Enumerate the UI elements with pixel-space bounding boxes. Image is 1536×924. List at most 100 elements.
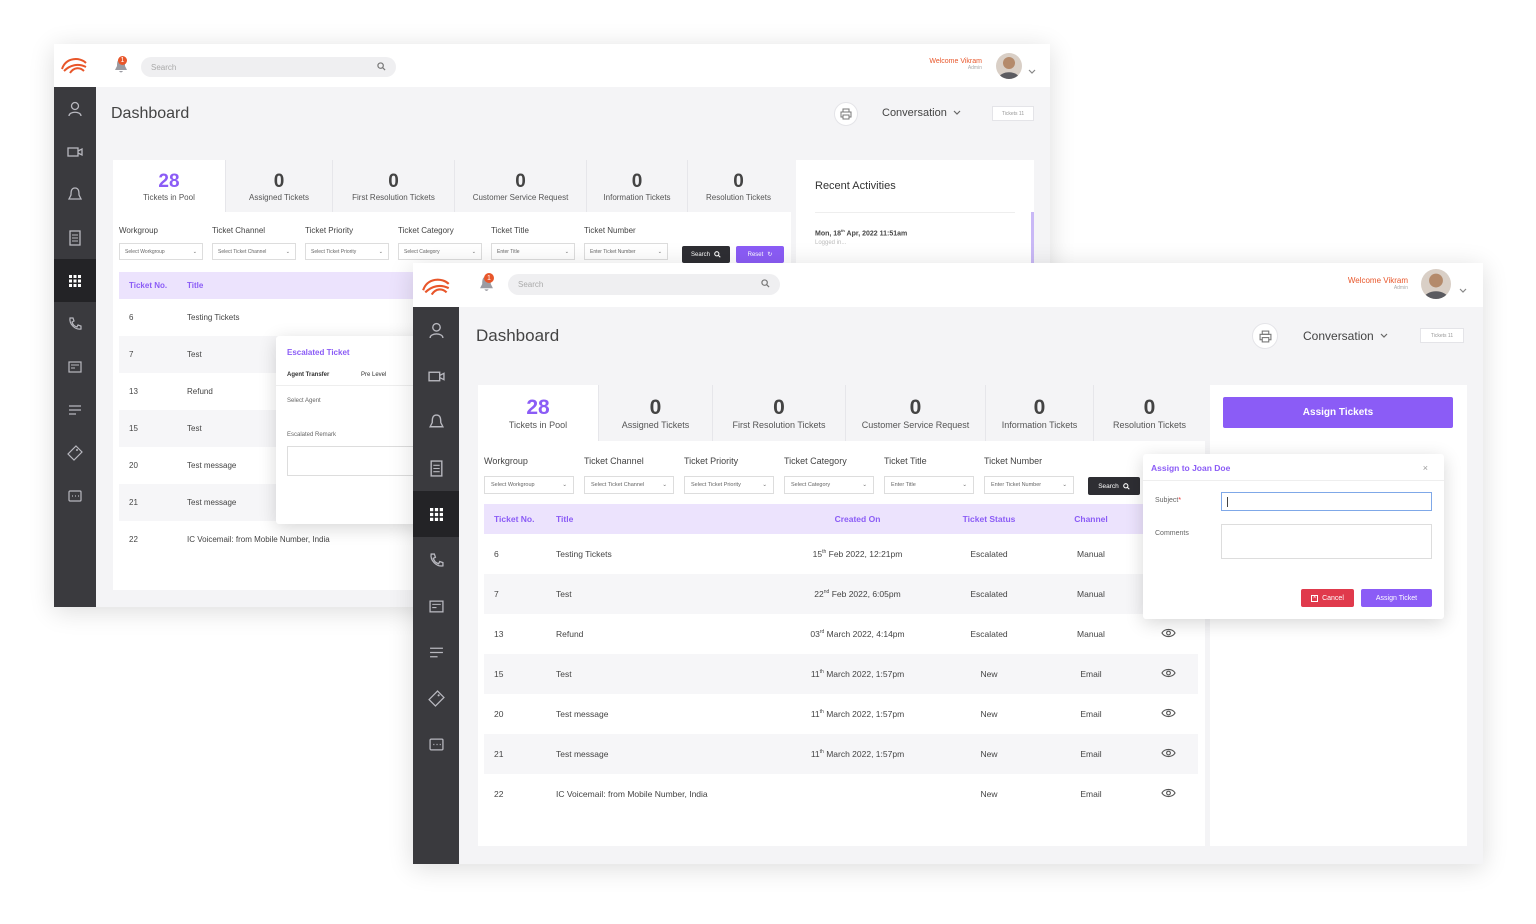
- stat-customer-service[interactable]: 0 Customer Service Request: [455, 160, 587, 212]
- subject-input[interactable]: [1221, 492, 1432, 511]
- eye-icon[interactable]: [1160, 668, 1176, 680]
- grid-icon[interactable]: [54, 259, 96, 302]
- workgroup-select[interactable]: Select Workgroup ⌄: [484, 476, 574, 494]
- conversation-dropdown[interactable]: Conversation: [882, 107, 961, 119]
- back-topbar: 1 Search Welcome Vikram Admin: [54, 44, 1050, 87]
- welcome-role: Admin: [967, 65, 982, 71]
- search-button[interactable]: Search: [682, 246, 730, 263]
- video-icon[interactable]: [413, 353, 459, 399]
- ticket-icon[interactable]: [54, 431, 96, 474]
- escalated-tab-pre-level[interactable]: Pre Level: [361, 372, 386, 378]
- priority-select[interactable]: Select Ticket Priority ⌄: [684, 476, 774, 494]
- bell-outline-icon[interactable]: [54, 173, 96, 216]
- number-input[interactable]: Enter Ticket Number ⌄: [584, 243, 668, 260]
- category-select[interactable]: Select Category ⌄: [398, 243, 482, 260]
- card-icon[interactable]: [413, 583, 459, 629]
- stat-assigned[interactable]: 0 Assigned Tickets: [599, 385, 713, 441]
- search-button[interactable]: Search: [1088, 477, 1140, 495]
- escalated-remark-input[interactable]: [287, 446, 417, 476]
- search-input[interactable]: Search: [141, 57, 396, 77]
- stat-resolution[interactable]: 0 Resolution Tickets: [1094, 385, 1205, 441]
- assign-ticket-button[interactable]: Assign Ticket: [1361, 589, 1432, 607]
- search-input[interactable]: Search: [508, 274, 780, 295]
- table-row[interactable]: 7 Test 22nd Feb 2022, 6:05pm Escalated M…: [484, 574, 1198, 614]
- stat-first-resolution[interactable]: 0 First Resolution Tickets: [713, 385, 846, 441]
- cell-title[interactable]: IC Voicemail: from Mobile Number, India: [179, 521, 419, 558]
- chevron-down-icon[interactable]: [1459, 281, 1467, 299]
- close-icon[interactable]: ×: [1423, 463, 1428, 473]
- table-row[interactable]: 6 Testing Tickets 15th Feb 2022, 12:21pm…: [484, 534, 1198, 574]
- tickets-badge[interactable]: Tickets 11: [1420, 328, 1464, 343]
- date-day: 11: [810, 709, 820, 719]
- table-row[interactable]: 21 Test message 11th March 2022, 1:57pm …: [484, 734, 1198, 774]
- ticket-icon[interactable]: [413, 675, 459, 721]
- document-icon[interactable]: [413, 445, 459, 491]
- priority-select[interactable]: Select Ticket Priority ⌄: [305, 243, 389, 260]
- back-sidebar: [54, 87, 96, 607]
- phone-icon[interactable]: [413, 537, 459, 583]
- title-input[interactable]: Enter Title ⌄: [884, 476, 974, 494]
- title-input[interactable]: Enter Title ⌄: [491, 243, 575, 260]
- stat-label: Resolution Tickets: [706, 192, 771, 202]
- video-icon[interactable]: [54, 130, 96, 173]
- chevron-down-icon[interactable]: [1028, 62, 1036, 80]
- printer-icon[interactable]: [834, 102, 858, 126]
- card-icon[interactable]: [54, 345, 96, 388]
- bell-icon[interactable]: 1: [479, 273, 495, 295]
- escalated-tab-agent-transfer[interactable]: Agent Transfer: [287, 372, 329, 378]
- eye-icon[interactable]: [1160, 628, 1176, 640]
- comments-label: Comments: [1155, 530, 1189, 537]
- table-row[interactable]: 22 IC Voicemail: from Mobile Number, Ind…: [484, 774, 1198, 814]
- user-icon[interactable]: [54, 87, 96, 130]
- tickets-badge[interactable]: Tickets 11: [992, 106, 1034, 121]
- cell-ticket-no: 13: [494, 629, 504, 639]
- table-row[interactable]: 13 Refund 03rd March 2022, 4:14pm Escala…: [484, 614, 1198, 654]
- stat-resolution[interactable]: 0 Resolution Tickets: [688, 160, 789, 212]
- stat-first-resolution[interactable]: 0 First Resolution Tickets: [333, 160, 455, 212]
- category-select[interactable]: Select Category ⌄: [784, 476, 874, 494]
- grid-icon[interactable]: [413, 491, 459, 537]
- table-row[interactable]: 20 Test message 11th March 2022, 1:57pm …: [484, 694, 1198, 734]
- stat-customer-service[interactable]: 0 Customer Service Request: [846, 385, 986, 441]
- conversation-dropdown[interactable]: Conversation: [1303, 329, 1388, 343]
- channel-select[interactable]: Select Ticket Channel ⌄: [584, 476, 674, 494]
- stat-tickets-in-pool[interactable]: 28 Tickets in Pool: [478, 385, 599, 441]
- stat-information[interactable]: 0 Information Tickets: [986, 385, 1094, 441]
- workgroup-select[interactable]: Select Workgroup ⌄: [119, 243, 203, 260]
- cell-channel: Manual: [1077, 629, 1105, 639]
- printer-icon[interactable]: [1252, 323, 1278, 349]
- eye-icon[interactable]: [1160, 748, 1176, 760]
- reset-button[interactable]: Reset ↻: [736, 246, 784, 263]
- chat-icon[interactable]: [413, 721, 459, 767]
- avatar[interactable]: [996, 53, 1022, 79]
- eye-icon[interactable]: [1160, 788, 1176, 800]
- date-day: 15: [812, 549, 823, 559]
- cell-title[interactable]: Testing Tickets: [179, 299, 419, 336]
- list-icon[interactable]: [54, 388, 96, 431]
- table-row[interactable]: 15 Test 11th March 2022, 1:57pm New Emai…: [484, 654, 1198, 694]
- bell-icon[interactable]: 1: [114, 56, 130, 76]
- chevron-down-icon: ⌄: [471, 248, 476, 255]
- chat-icon[interactable]: [54, 474, 96, 517]
- logo-icon: [421, 275, 453, 302]
- input-placeholder: Enter Ticket Number: [991, 482, 1042, 488]
- eye-icon[interactable]: [1160, 708, 1176, 720]
- filter-category: Ticket Category Select Category ⌄: [398, 226, 482, 260]
- filter-label: Ticket Number: [584, 226, 636, 235]
- stat-information[interactable]: 0 Information Tickets: [587, 160, 688, 212]
- filter-workgroup: Workgroup Select Workgroup ⌄: [119, 226, 203, 260]
- cancel-button[interactable]: × Cancel: [1301, 589, 1354, 607]
- stat-assigned[interactable]: 0 Assigned Tickets: [226, 160, 333, 212]
- channel-select[interactable]: Select Ticket Channel ⌄: [212, 243, 296, 260]
- assign-tickets-button[interactable]: Assign Tickets: [1223, 397, 1453, 428]
- stat-tickets-in-pool[interactable]: 28 Tickets in Pool: [113, 160, 226, 212]
- comments-input[interactable]: [1221, 524, 1432, 559]
- bell-outline-icon[interactable]: [413, 399, 459, 445]
- list-icon[interactable]: [413, 629, 459, 675]
- user-icon[interactable]: [413, 307, 459, 353]
- filter-category: Ticket Category Select Category ⌄: [784, 456, 874, 494]
- phone-icon[interactable]: [54, 302, 96, 345]
- avatar[interactable]: [1421, 269, 1451, 299]
- number-input[interactable]: Enter Ticket Number ⌄: [984, 476, 1074, 494]
- document-icon[interactable]: [54, 216, 96, 259]
